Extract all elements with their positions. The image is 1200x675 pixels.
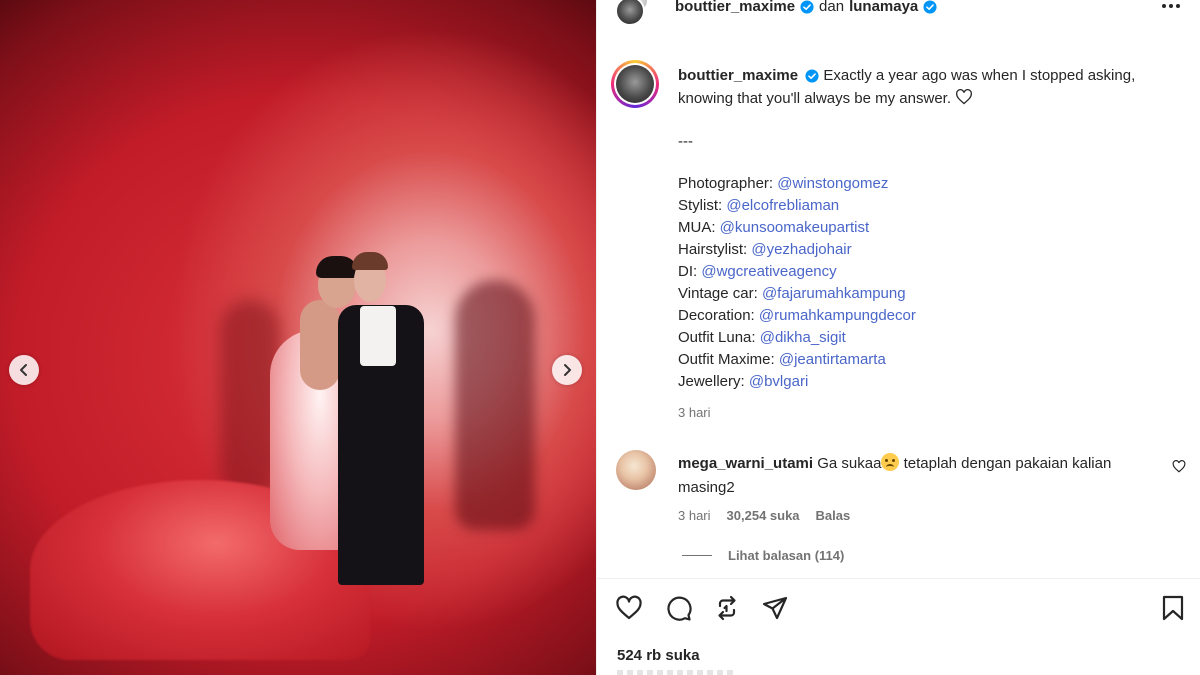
caption-timestamp[interactable]: 3 hari bbox=[678, 401, 1148, 424]
truncated-content bbox=[617, 670, 737, 675]
credit-mention-link[interactable]: @wgcreativeagency bbox=[701, 263, 836, 280]
heart-outline-emoji-icon bbox=[956, 89, 973, 105]
credit-row: Outfit Luna: @dikha_sigit bbox=[678, 327, 1148, 349]
avatar bbox=[615, 0, 645, 26]
credit-mention-link[interactable]: @bvlgari bbox=[749, 373, 808, 390]
credit-label: Jewellery: bbox=[678, 373, 745, 390]
comment-bubble-icon bbox=[667, 596, 692, 621]
view-replies-button[interactable]: Lihat balasan (114) bbox=[682, 548, 844, 563]
next-photo-button[interactable] bbox=[552, 355, 582, 385]
author-username-link[interactable]: bouttier_maxime bbox=[675, 0, 795, 18]
comment-likes-count[interactable]: 30,254 suka bbox=[727, 508, 800, 523]
credit-label: Photographer: bbox=[678, 175, 774, 192]
credit-row: Jewellery: @bvlgari bbox=[678, 371, 1148, 393]
post-header: bouttier_maxime dan lunamaya bbox=[597, 0, 1200, 30]
credit-label: Outfit Luna: bbox=[678, 329, 756, 346]
credit-label: DI: bbox=[678, 263, 698, 280]
credit-row: MUA: @kunsoomakeupartist bbox=[678, 217, 1148, 239]
photo-shadow bbox=[455, 280, 535, 530]
comment-meta: 3 hari 30,254 suka Balas bbox=[678, 508, 850, 523]
credit-mention-link[interactable]: @winstongomez bbox=[777, 175, 888, 192]
credit-label: Vintage car: bbox=[678, 285, 758, 302]
credit-mention-link[interactable]: @rumahkampungdecor bbox=[759, 307, 916, 324]
caption-body: bouttier_maxime Exactly a year ago was w… bbox=[678, 64, 1148, 424]
commenter-username-link[interactable]: mega_warni_utami bbox=[678, 455, 813, 472]
conjunction-text: dan bbox=[819, 0, 845, 15]
like-button[interactable] bbox=[615, 594, 645, 624]
post-authors: bouttier_maxime dan lunamaya bbox=[675, 0, 937, 18]
credit-label: Decoration: bbox=[678, 307, 755, 324]
more-horizontal-icon[interactable] bbox=[1159, 0, 1183, 18]
view-replies-label: Lihat balasan (114) bbox=[728, 548, 845, 563]
chevron-left-icon bbox=[20, 364, 27, 376]
collab-avatars[interactable] bbox=[615, 0, 649, 26]
previous-photo-button[interactable] bbox=[9, 355, 39, 385]
reply-button[interactable]: Balas bbox=[816, 508, 851, 523]
credits-list: Photographer: @winstongomez Stylist: @elc… bbox=[678, 173, 1148, 393]
repost-button[interactable] bbox=[713, 594, 743, 624]
repost-icon bbox=[718, 595, 736, 621]
credit-mention-link[interactable]: @jeantirtamarta bbox=[779, 351, 886, 368]
heart-icon bbox=[616, 595, 642, 620]
story-ring-avatar[interactable] bbox=[611, 60, 659, 108]
comment-timestamp[interactable]: 3 hari bbox=[678, 508, 711, 523]
credit-mention-link[interactable]: @yezhadjohair bbox=[751, 241, 851, 258]
credit-row: Vintage car: @fajarumahkampung bbox=[678, 283, 1148, 305]
comment-body: mega_warni_utami Ga sukaa tetaplah denga… bbox=[678, 452, 1138, 500]
post-photo[interactable] bbox=[0, 0, 596, 675]
verified-badge-icon bbox=[923, 0, 937, 14]
credit-label: Outfit Maxime: bbox=[678, 351, 775, 368]
credit-row: Hairstylist: @yezhadjohair bbox=[678, 239, 1148, 261]
figure-hair bbox=[352, 252, 388, 270]
coauthor-username-link[interactable]: lunamaya bbox=[849, 0, 918, 18]
credit-mention-link[interactable]: @elcofrebliaman bbox=[726, 197, 839, 214]
caption-separator: --- bbox=[678, 133, 693, 150]
credit-row: Outfit Maxime: @jeantirtamarta bbox=[678, 349, 1148, 371]
commenter-avatar[interactable] bbox=[616, 450, 656, 490]
send-paper-plane-icon bbox=[762, 596, 788, 620]
credit-label: Hairstylist: bbox=[678, 241, 748, 258]
post-details-panel: bouttier_maxime dan lunamaya bouttier_ma… bbox=[596, 0, 1200, 675]
credit-row: Decoration: @rumahkampungdecor bbox=[678, 305, 1148, 327]
likes-count[interactable]: 524 rb suka bbox=[617, 647, 700, 664]
credit-label: MUA: bbox=[678, 219, 716, 236]
chevron-right-icon bbox=[564, 364, 571, 376]
credit-row: Stylist: @elcofrebliaman bbox=[678, 195, 1148, 217]
replies-divider-line bbox=[682, 555, 712, 556]
section-divider bbox=[597, 578, 1200, 579]
comment-button[interactable] bbox=[664, 594, 694, 624]
credit-row: DI: @wgcreativeagency bbox=[678, 261, 1148, 283]
save-button[interactable] bbox=[1159, 594, 1189, 624]
share-button[interactable] bbox=[761, 594, 791, 624]
verified-badge-icon bbox=[805, 69, 819, 83]
figure-arm bbox=[300, 300, 340, 390]
credit-mention-link[interactable]: @fajarumahkampung bbox=[762, 285, 906, 302]
caption-username-link[interactable]: bouttier_maxime bbox=[678, 67, 798, 84]
credit-mention-link[interactable]: @kunsoomakeupartist bbox=[720, 219, 869, 236]
verified-badge-icon bbox=[800, 0, 814, 14]
comment-text-start: Ga sukaa bbox=[817, 455, 882, 472]
bookmark-icon bbox=[1162, 595, 1184, 621]
like-comment-heart-icon[interactable] bbox=[1172, 460, 1186, 473]
white-shirt bbox=[360, 306, 396, 366]
credit-mention-link[interactable]: @dikha_sigit bbox=[760, 329, 846, 346]
avatar bbox=[616, 65, 654, 103]
sad-face-emoji-icon bbox=[881, 453, 900, 471]
post-action-bar bbox=[597, 594, 1200, 626]
credit-label: Stylist: bbox=[678, 197, 723, 214]
credit-row: Photographer: @winstongomez bbox=[678, 173, 1148, 195]
